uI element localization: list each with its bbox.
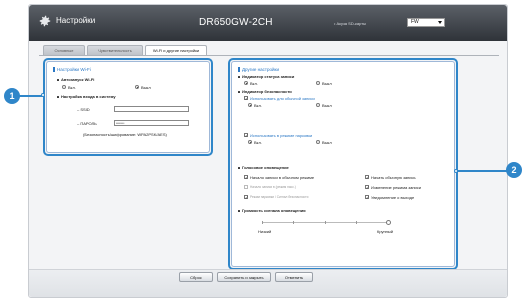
parking-mode-checkbox[interactable] [244,133,248,137]
voice-right-checkbox-0[interactable] [365,175,369,179]
slider-tick [325,221,326,224]
bullet [238,91,240,93]
password-input[interactable]: •••••••• [114,120,189,126]
bullet [57,79,59,81]
model-name: DR650GW-2CH [199,17,273,28]
other-settings-panel: Другие настройки Индикатор статуса запис… [231,61,455,267]
rec-status-on-label: Вкл. [250,81,258,86]
fw-select[interactable]: FW [407,18,445,27]
tab-divider [39,55,499,56]
bullet [238,76,240,78]
callout-badge-2: 2 [506,162,522,178]
callout-leader-2 [458,170,508,172]
security-normal-on-radio[interactable] [248,103,252,107]
voice-right-label-1: Изменение режима записи [371,185,421,190]
bullet [238,167,240,169]
voice-left-label-1: Начало записи в (режим пасс.) [250,185,296,189]
chevron-down-icon [438,21,442,24]
wifi-settings-panel: Настройки Wi-Fi Автозапуск Wi-Fi Вкл. Вы… [46,61,210,153]
callout-badge-1: 1 [4,88,20,104]
password-label: – ПАРОЛЬ [77,121,97,126]
settings-window: Настройки DR650GW-2CH • Акуза SD-карты F… [28,4,508,298]
ssid-input[interactable] [114,106,189,112]
security-parking-off-radio[interactable] [316,140,320,144]
parking-mode-label: Использовать в режиме парковки [250,133,313,138]
cancel-button[interactable]: Отменить [275,272,313,282]
login-settings-label: Настройка входа в систему [61,94,116,99]
voice-right-label-2: Уведомление о выходе [371,195,415,200]
callout-anchor-1 [41,93,45,97]
callout-leader-1 [19,95,43,97]
autostart-off-radio[interactable] [135,85,139,89]
ssid-label: – SSID [77,107,90,112]
autostart-off-label: Выкл [141,85,151,90]
normal-mode-checkbox[interactable] [244,96,248,100]
security-info-text: (Безопасность/шифрование: WPA2PSK/AES) [83,132,167,137]
rec-status-off-label: Выкл [322,81,332,86]
voice-right-label-0: Начать обычную запись [371,175,416,180]
slider-tick [293,221,294,224]
autostart-on-label: Вкл. [68,85,76,90]
bullet [238,210,240,212]
security-normal-off-radio[interactable] [316,103,320,107]
autostart-on-radio[interactable] [62,85,66,89]
other-panel-heading: Другие настройки [238,67,279,72]
wifi-panel-heading: Настройки Wi-Fi [53,67,91,72]
tab-sensitivity[interactable]: Чувствительность [87,45,143,55]
page-title: Настройки [56,16,96,25]
volume-min-label: Низкий [258,229,272,234]
tab-basic[interactable]: Основные [43,45,85,55]
voice-left-checkbox-1[interactable] [244,185,248,189]
security-normal-on-label: Вкл. [254,103,262,108]
voice-alert-label: Голосовое оповещение [242,165,289,170]
reset-button[interactable]: Сброс [179,272,213,282]
security-normal-off-label: Выкл [322,103,332,108]
security-parking-off-label: Выкл [322,140,332,145]
save-close-button[interactable]: Сохранить и закрыть [217,272,271,282]
voice-left-label-0: Начало записи в обычном режиме [250,175,315,180]
autostart-label: Автозапуск Wi-Fi [61,77,95,82]
volume-max-label: Крупный [377,229,393,234]
voice-right-checkbox-1[interactable] [365,185,369,189]
voice-left-checkbox-0[interactable] [244,175,248,179]
header-bar: Настройки DR650GW-2CH • Акуза SD-карты F… [29,5,507,41]
slider-tick [262,221,263,224]
security-parking-on-label: Вкл. [254,140,262,145]
rec-status-on-radio[interactable] [244,81,248,85]
security-parking-on-radio[interactable] [248,140,252,144]
voice-right-checkbox-2[interactable] [365,195,369,199]
rec-status-label: Индикатор статуса записи [242,74,295,79]
normal-mode-label: Использовать для обычной записи [250,96,315,101]
security-indicator-label: Индикатор безопасности [242,89,292,94]
voice-left-checkbox-2[interactable] [244,195,248,199]
volume-label: Громкость сигнала оповещения [242,208,306,213]
bullet [57,96,59,98]
gear-icon [39,15,51,27]
sd-card-label[interactable]: • Акуза SD-карты [334,21,366,26]
voice-left-label-2: Режим парковки / Сигнал безопасности [250,195,309,199]
volume-slider-knob[interactable] [385,220,391,225]
slider-tick [356,221,357,224]
rec-status-off-radio[interactable] [316,81,320,85]
